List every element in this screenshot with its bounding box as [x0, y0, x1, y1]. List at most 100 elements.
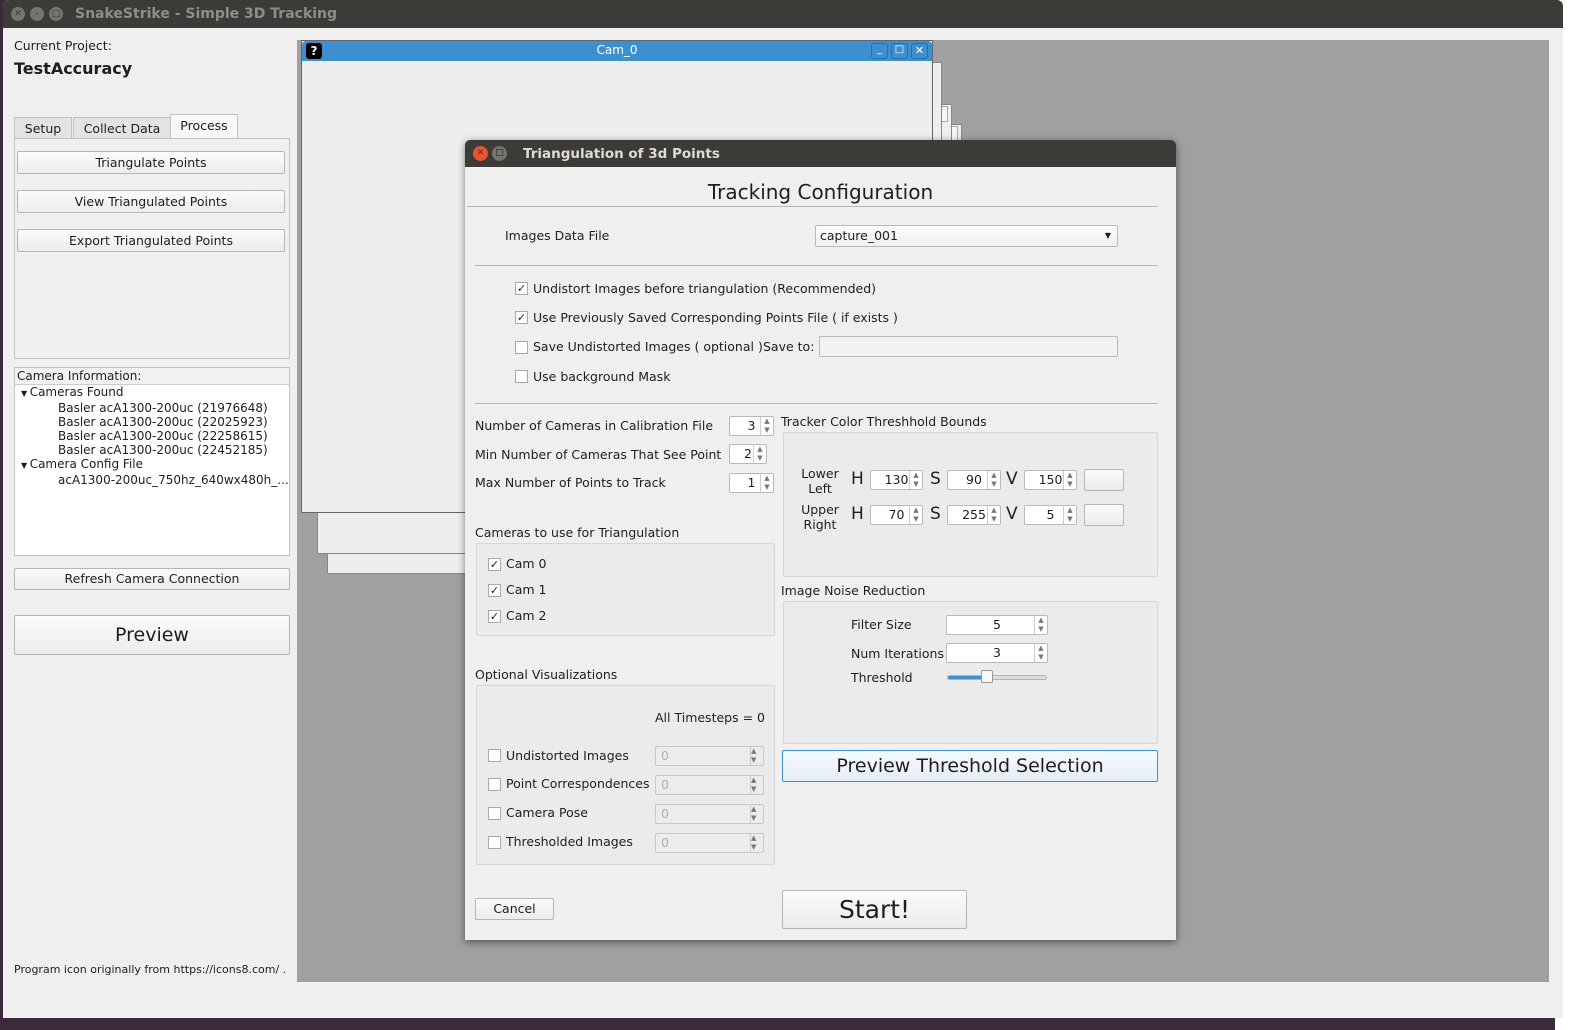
cam1-checkbox[interactable]: ✓ [488, 584, 501, 597]
max-points-label: Max Number of Points to Track [475, 475, 666, 490]
tracker-group: Lower Left Upper Right H 130 ▲ ▼ S 90 ▲ ▼ V … [783, 432, 1158, 577]
spin-arrows-icon[interactable]: ▲ ▼ [760, 417, 773, 435]
use-saved-points-checkbox[interactable]: ✓ [515, 311, 528, 324]
window-title: SnakeStrike - Simple 3D Tracking [75, 6, 338, 22]
save-to-input[interactable] [819, 336, 1118, 357]
camera-item[interactable]: Basler acA1300-200uc (22025923) [15, 415, 289, 429]
spin-arrows-icon[interactable]: ▲ ▼ [1034, 616, 1047, 634]
expand-icon[interactable]: ▼ [21, 461, 30, 470]
view-triangulated-points-button[interactable]: View Triangulated Points [17, 190, 285, 213]
threshold-slider-handle[interactable] [981, 670, 994, 683]
upper-h-spinbox[interactable]: 70 ▲ ▼ [870, 505, 923, 525]
spin-arrows-icon[interactable]: ▲ ▼ [750, 805, 763, 823]
images-data-file-select[interactable]: capture_001 ▼ [815, 225, 1118, 247]
preview-threshold-button[interactable]: Preview Threshold Selection [782, 750, 1158, 782]
refresh-camera-button[interactable]: Refresh Camera Connection [14, 568, 290, 590]
minimize-icon[interactable]: _ [871, 43, 888, 59]
cam1-label: Cam 1 [506, 582, 547, 597]
undistort-checkbox[interactable]: ✓ [515, 282, 528, 295]
maximize-icon[interactable]: □ [49, 7, 63, 21]
footer-credit: Program icon originally from https://ico… [14, 963, 287, 976]
camera-item[interactable]: Basler acA1300-200uc (21976648) [15, 401, 289, 415]
cam0-title-bar[interactable]: ? Cam_0 _ □ ✕ [302, 41, 932, 61]
cam2-checkbox[interactable]: ✓ [488, 610, 501, 623]
spin-arrows-icon[interactable]: ▲ ▼ [760, 474, 773, 492]
lower-h-spinbox[interactable]: 130 ▲ ▼ [870, 470, 923, 490]
filter-size-spinbox[interactable]: 5 ▲ ▼ [946, 615, 1048, 635]
save-undistorted-checkbox[interactable] [515, 341, 528, 354]
project-name: TestAccuracy [14, 59, 133, 78]
camera-info-header: Camera Information: [15, 368, 289, 385]
spin-arrows-icon[interactable]: ▲ ▼ [1063, 506, 1076, 524]
tab-setup[interactable]: Setup [14, 117, 72, 139]
upper-s-spinbox[interactable]: 255 ▲ ▼ [947, 505, 1001, 525]
min-cameras-spinbox[interactable]: 2 ▲ ▼ [729, 444, 767, 464]
minimize-icon[interactable]: – [30, 7, 44, 21]
config-file-item[interactable]: acA1300-200uc_750hz_640wx480h_... [15, 473, 289, 487]
lower-s-spinbox[interactable]: 90 ▲ ▼ [947, 470, 1001, 490]
spin-arrows-icon[interactable]: ▲ ▼ [750, 776, 763, 794]
maximize-icon[interactable]: □ [492, 146, 507, 161]
use-saved-points-label: Use Previously Saved Corresponding Point… [533, 310, 898, 325]
max-points-value: 1 [747, 475, 756, 490]
spin-arrows-icon[interactable]: ▲ ▼ [909, 506, 922, 524]
camera-pose-spinbox[interactable]: 0 ▲ ▼ [655, 804, 764, 824]
triangulate-points-button[interactable]: Triangulate Points [17, 151, 285, 174]
camera-info-tree[interactable]: Camera Information: ▼ Cameras Found Basl… [14, 367, 290, 556]
camera-pose-checkbox[interactable] [488, 807, 501, 820]
spin-arrows-icon[interactable]: ▲ ▼ [750, 747, 763, 765]
images-data-file-value: capture_001 [820, 228, 898, 243]
maximize-icon[interactable]: □ [891, 43, 908, 59]
point-correspondences-spinbox[interactable]: 0 ▲ ▼ [655, 775, 764, 795]
point-correspondences-label: Point Correspondences [506, 776, 650, 791]
num-cameras-label: Number of Cameras in Calibration File [475, 418, 714, 433]
spin-arrows-icon[interactable]: ▲ ▼ [987, 471, 1000, 489]
lower-left-label: Lower Left [801, 466, 839, 496]
upper-color-swatch-button[interactable] [1084, 504, 1124, 526]
start-button[interactable]: Start! [782, 890, 967, 929]
thresholded-images-checkbox[interactable] [488, 836, 501, 849]
tab-collect-data[interactable]: Collect Data [73, 117, 171, 139]
preview-button[interactable]: Preview [14, 615, 290, 655]
camera-item[interactable]: Basler acA1300-200uc (22258615) [15, 429, 289, 443]
spin-arrows-icon[interactable]: ▲ ▼ [1063, 471, 1076, 489]
tab-process[interactable]: Process [170, 114, 238, 139]
close-icon[interactable]: ✕ [11, 7, 25, 21]
undistorted-images-spinbox[interactable]: 0 ▲ ▼ [655, 746, 764, 766]
upper-v-spinbox[interactable]: 5 ▲ ▼ [1024, 505, 1077, 525]
config-file-node[interactable]: Camera Config File [30, 457, 143, 471]
cam0-checkbox[interactable]: ✓ [488, 558, 501, 571]
cameras-group: ✓ Cam 0 ✓ Cam 1 ✓ Cam 2 [476, 543, 775, 636]
threshold-slider[interactable] [947, 670, 1047, 683]
thresholded-images-spinbox[interactable]: 0 ▲ ▼ [655, 833, 764, 853]
point-correspondences-checkbox[interactable] [488, 778, 501, 791]
spin-arrows-icon[interactable]: ▲ ▼ [909, 471, 922, 489]
undistorted-images-checkbox[interactable] [488, 749, 501, 762]
cam0-title: Cam_0 [596, 43, 638, 57]
cam0-label: Cam 0 [506, 556, 547, 571]
expand-icon[interactable]: ▼ [21, 389, 30, 398]
close-icon[interactable]: ✕ [911, 43, 928, 59]
spin-arrows-icon[interactable]: ▲ ▼ [1034, 644, 1047, 662]
divider [475, 403, 1158, 404]
lower-v-spinbox[interactable]: 150 ▲ ▼ [1024, 470, 1077, 490]
export-triangulated-points-button[interactable]: Export Triangulated Points [17, 229, 285, 252]
undistort-label: Undistort Images before triangulation (R… [533, 281, 877, 296]
spin-arrows-icon[interactable]: ▲ ▼ [750, 834, 763, 852]
thresholded-images-label: Thresholded Images [506, 834, 633, 849]
spin-value: 0 [661, 777, 669, 792]
cameras-found-node[interactable]: Cameras Found [30, 385, 124, 399]
lower-color-swatch-button[interactable] [1084, 469, 1124, 491]
spin-arrows-icon[interactable]: ▲ ▼ [987, 506, 1000, 524]
camera-item[interactable]: Basler acA1300-200uc (22452185) [15, 443, 289, 457]
spin-arrows-icon[interactable]: ▲ ▼ [753, 445, 766, 463]
num-iterations-spinbox[interactable]: 3 ▲ ▼ [946, 643, 1048, 663]
process-panel: Triangulate Points View Triangulated Poi… [14, 138, 290, 359]
spin-value: 5 [993, 617, 1001, 632]
cameras-group-label: Cameras to use for Triangulation [475, 525, 680, 540]
max-points-spinbox[interactable]: 1 ▲ ▼ [729, 473, 774, 493]
cancel-button[interactable]: Cancel [475, 898, 554, 920]
close-icon[interactable]: ✕ [473, 146, 488, 161]
num-cameras-spinbox[interactable]: 3 ▲ ▼ [729, 416, 774, 436]
background-mask-checkbox[interactable] [515, 370, 528, 383]
